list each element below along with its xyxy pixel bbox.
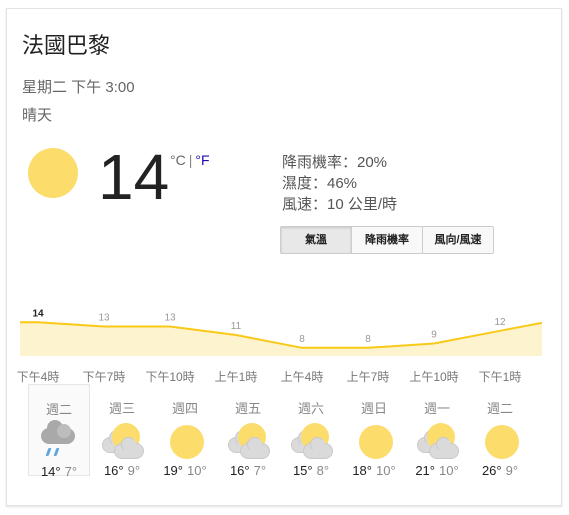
forecast-low: 7° xyxy=(253,463,267,478)
chart-time-label: 下午10時 xyxy=(145,370,195,384)
fahrenheit-link[interactable]: °F xyxy=(195,152,209,168)
forecast-high: 15° xyxy=(292,463,313,478)
forecast-high: 19° xyxy=(163,463,183,478)
temperature-chart: 14 13 13 11 8 8 9 12 xyxy=(20,308,542,356)
forecast-low: 10° xyxy=(376,463,396,478)
sunny-icon xyxy=(480,423,520,461)
chart-time-label: 上午1時 xyxy=(214,370,258,384)
forecast-day[interactable]: 週四 19° 10° xyxy=(154,384,216,478)
wind-stat: 風速：10 公里/時 xyxy=(282,196,398,213)
sunny-icon xyxy=(165,423,205,461)
forecast-low: 9° xyxy=(505,463,519,478)
chart-time-label: 下午1時 xyxy=(478,370,522,384)
forecast-high: 16° xyxy=(229,463,250,478)
forecast-day[interactable]: 週二 26° 9° xyxy=(469,384,531,478)
forecast-day[interactable]: 週三 16° 9° xyxy=(91,384,153,478)
forecast-temps: 16° 9° xyxy=(91,463,153,478)
tab-precipitation[interactable]: 降雨機率 xyxy=(351,227,422,253)
forecast-temps: 15° 8° xyxy=(280,463,342,478)
chart-data-label: 14 xyxy=(32,308,44,319)
forecast-temps: 19° 10° xyxy=(154,463,216,478)
forecast-day[interactable]: 週二 14° 7° xyxy=(28,384,90,479)
chart-data-label: 9 xyxy=(431,330,437,341)
chart-data-label: 8 xyxy=(299,334,305,345)
chart-tabs: 氣溫 降雨機率 風向/風速 xyxy=(280,226,494,254)
chart-data-label: 11 xyxy=(231,321,242,332)
chart-data-label: 12 xyxy=(494,317,506,328)
forecast-high: 18° xyxy=(352,463,372,478)
forecast-temps: 21° 10° xyxy=(406,463,468,478)
forecast-day-name: 週日 xyxy=(360,401,387,416)
forecast-day[interactable]: 週六 15° 8° xyxy=(280,384,342,478)
forecast-temps: 18° 10° xyxy=(343,463,405,478)
chart-time-label: 上午7時 xyxy=(346,370,390,384)
forecast-low: 7° xyxy=(64,464,78,479)
forecast-day-name: 週二 xyxy=(486,401,513,416)
forecast-low: 10° xyxy=(439,463,459,478)
location-title: 法國巴黎 xyxy=(22,33,111,58)
sunny-icon xyxy=(28,148,78,198)
partly-cloudy-icon xyxy=(102,423,144,461)
forecast-low: 9° xyxy=(127,463,141,478)
forecast-high: 16° xyxy=(103,463,124,478)
chart-area-fill xyxy=(20,322,542,356)
rain-cloud-icon xyxy=(39,420,79,462)
forecast-day[interactable]: 週一 21° 10° xyxy=(406,384,468,478)
weather-stats: 降雨機率：20% 濕度：46% 風速：10 公里/時 xyxy=(282,152,397,215)
partly-cloudy-icon xyxy=(417,423,459,461)
celsius-unit: °C xyxy=(170,152,186,168)
condition-label: 晴天 xyxy=(22,107,53,124)
forecast-day-name: 週三 xyxy=(108,401,135,416)
forecast-low: 8° xyxy=(316,463,330,478)
humidity-stat: 濕度：46% xyxy=(282,175,358,192)
forecast-day-name: 週一 xyxy=(423,401,450,416)
forecast-day[interactable]: 週五 16° 7° xyxy=(217,384,279,478)
forecast-temps: 26° 9° xyxy=(469,463,531,478)
partly-cloudy-icon xyxy=(228,423,270,461)
chart-data-label: 8 xyxy=(365,334,371,345)
forecast-temps: 16° 7° xyxy=(217,463,279,478)
chart-time-label: 下午4時 xyxy=(16,370,60,384)
forecast-high: 26° xyxy=(481,463,502,478)
chart-data-label: 13 xyxy=(98,313,110,324)
sunny-icon xyxy=(354,423,394,461)
forecast-high: 14° xyxy=(40,464,61,479)
unit-separator: | xyxy=(188,152,193,168)
unit-toggle: °C | °F xyxy=(170,152,210,168)
chart-data-label: 13 xyxy=(164,313,176,324)
current-temperature: 14 xyxy=(98,141,170,213)
forecast-high: 21° xyxy=(415,463,435,478)
forecast-day-name: 週五 xyxy=(234,401,261,416)
chart-time-label: 上午10時 xyxy=(409,370,459,384)
chart-time-label: 上午4時 xyxy=(280,370,324,384)
forecast-day-name: 週六 xyxy=(297,401,324,416)
forecast-low: 10° xyxy=(187,463,207,478)
tab-wind[interactable]: 風向/風速 xyxy=(422,227,493,253)
forecast-day[interactable]: 週日 18° 10° xyxy=(343,384,405,478)
chart-time-label: 下午7時 xyxy=(82,370,126,384)
tab-temperature[interactable]: 氣溫 xyxy=(281,227,351,253)
partly-cloudy-icon xyxy=(291,423,333,461)
forecast-day-name: 週二 xyxy=(45,402,72,417)
forecast-day-name: 週四 xyxy=(171,401,198,416)
precipitation-stat: 降雨機率：20% xyxy=(282,154,388,171)
datetime-label: 星期二 下午 3:00 xyxy=(22,79,135,96)
forecast-temps: 14° 7° xyxy=(29,464,89,479)
